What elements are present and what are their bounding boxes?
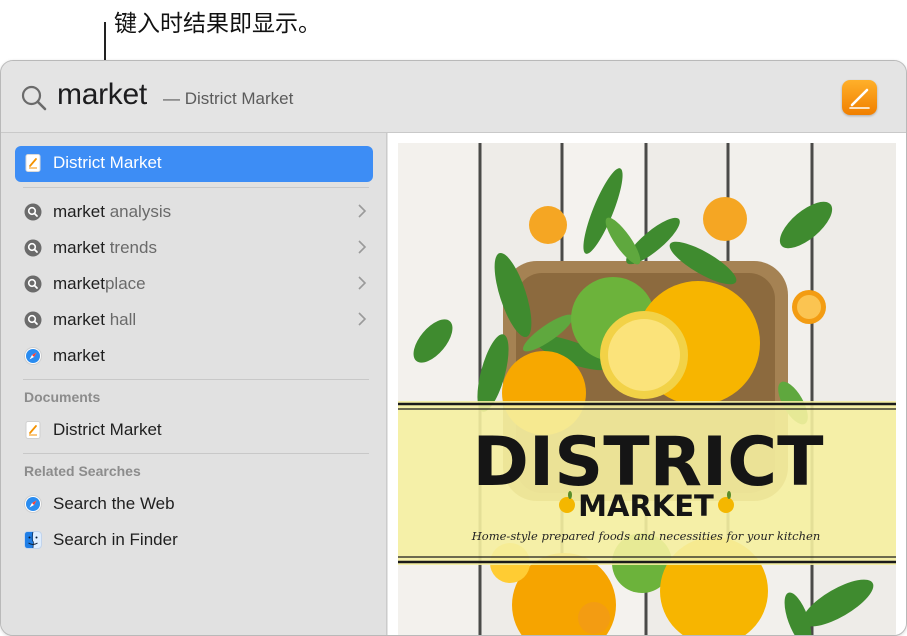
pages-document-icon [24,421,42,439]
spotlight-window: market — District Market District Market [0,60,907,636]
suggestion-row[interactable]: marketplace [15,267,373,301]
magnifier-icon [24,239,42,257]
suggestion-row[interactable]: market trends [15,231,373,265]
magnifier-icon [24,275,42,293]
search-finder-label: Search in Finder [53,530,178,549]
results-list: District Market market analysis market t… [1,133,387,635]
suggestion-label: marketplace [53,274,146,293]
suggestion-label: market trends [53,238,157,257]
divider [23,379,369,380]
search-query[interactable]: market [57,78,147,112]
top-hit-label: District Market [53,153,162,172]
callout-caption: 键入时结果即显示。 [114,11,321,37]
document-label: District Market [53,420,162,439]
chevron-right-icon [358,204,367,218]
pages-document-icon [24,154,42,172]
suggestion-label: market analysis [53,202,172,221]
search-completion: — District Market [163,89,294,108]
suggestion-row[interactable]: market hall [15,303,373,337]
search-finder-row[interactable]: Search in Finder [15,523,373,557]
preview-tagline: Home-style prepared foods and necessitie… [471,529,820,543]
magnifier-icon [24,203,42,221]
document-preview: DISTRICT MARKET Home-style prepared food… [398,143,896,635]
divider [23,453,369,454]
search-icon [21,85,47,111]
top-hit-row[interactable]: District Market [15,146,373,182]
web-result-label: market [53,346,105,365]
chevron-right-icon [358,240,367,254]
safari-icon [24,495,42,513]
search-web-row[interactable]: Search the Web [15,487,373,521]
suggestion-label: market hall [53,310,137,329]
chevron-right-icon [358,276,367,290]
magnifier-icon [24,311,42,329]
suggestion-row[interactable]: market analysis [15,195,373,229]
finder-icon [24,531,42,549]
section-title-related-searches: Related Searches [24,463,141,479]
document-row[interactable]: District Market [15,413,373,447]
search-bar[interactable]: market — District Market [1,61,906,133]
search-web-label: Search the Web [53,494,175,513]
divider [23,187,369,188]
safari-icon [24,347,42,365]
web-result-row[interactable]: market [15,339,373,373]
section-title-documents: Documents [24,389,101,405]
chevron-right-icon [358,312,367,326]
preview-subtitle: MARKET [578,489,714,523]
pages-app-icon[interactable] [842,80,877,115]
preview-pane: DISTRICT MARKET Home-style prepared food… [388,133,906,635]
